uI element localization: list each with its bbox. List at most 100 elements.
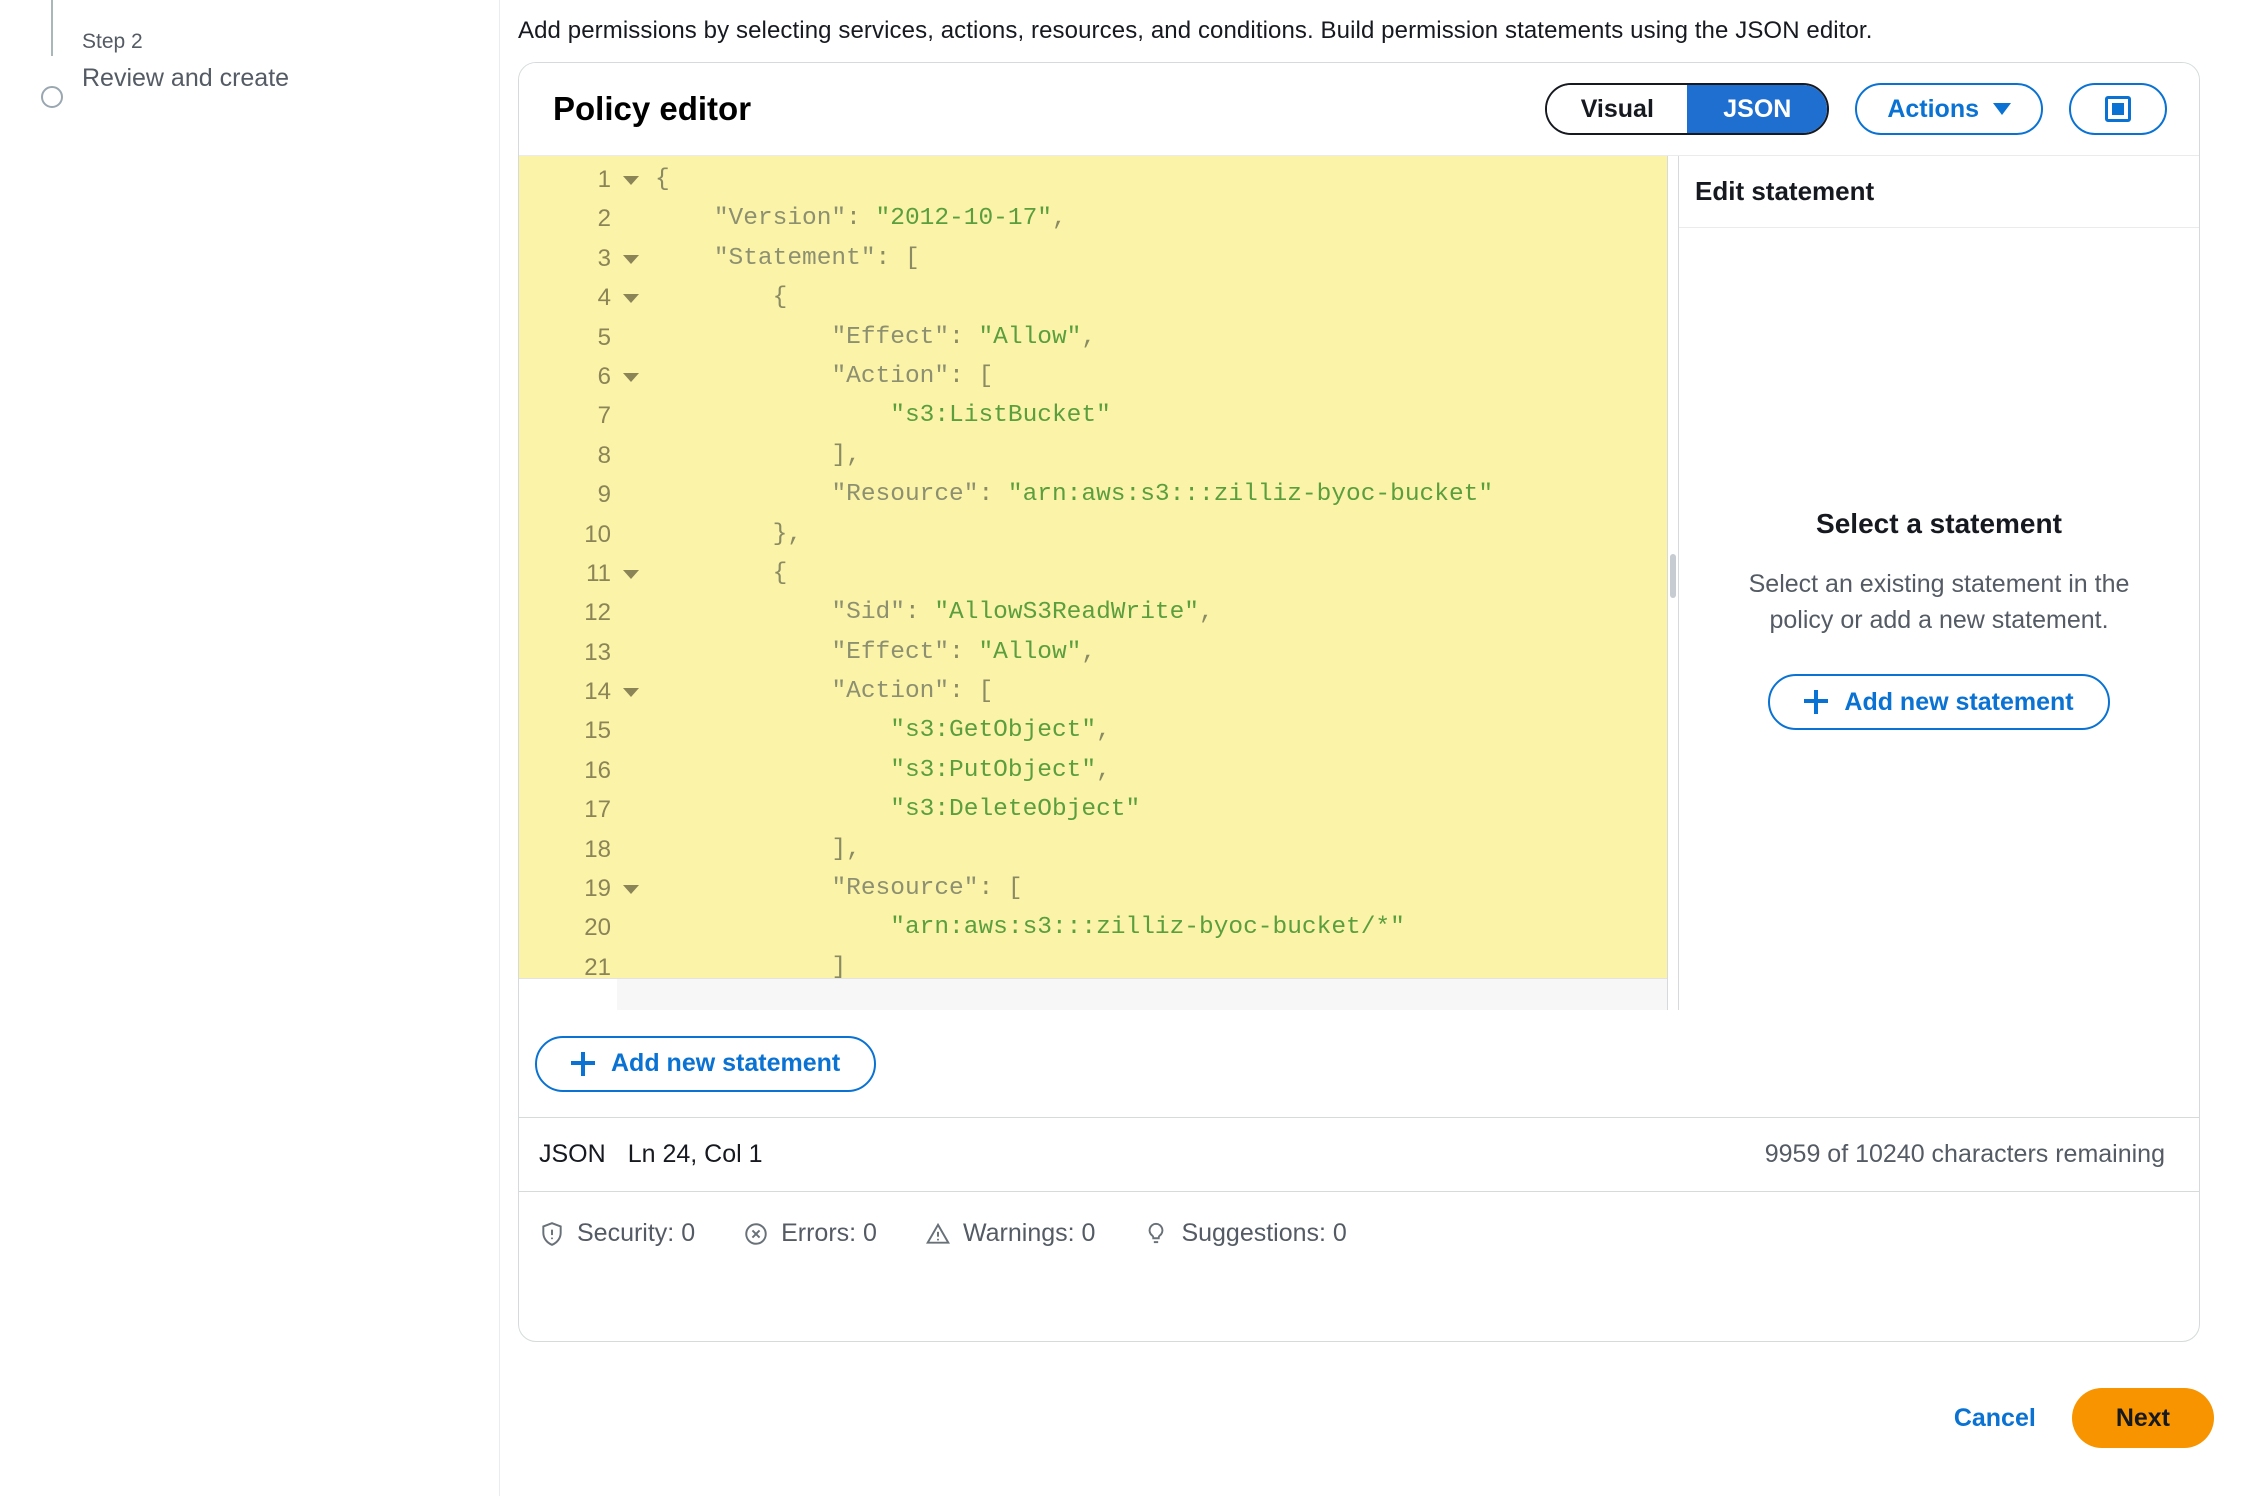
code-line-text: ] bbox=[831, 953, 847, 978]
edit-statement-panel: Edit statement Select a statement Select… bbox=[1679, 156, 2199, 1010]
status-language: JSON bbox=[539, 1140, 606, 1168]
page-title: Policy editor bbox=[553, 90, 752, 127]
diagnostic-item[interactable]: Warnings: 0 bbox=[925, 1219, 1095, 1248]
code-line[interactable]: 10 }, bbox=[519, 515, 1667, 554]
code-line-text: { bbox=[772, 284, 788, 312]
intro-description: Add permissions by selecting services, a… bbox=[518, 17, 1873, 44]
line-number: 6 bbox=[519, 357, 639, 396]
code-line[interactable]: 12 "Sid": "AllowS3ReadWrite", bbox=[519, 593, 1667, 632]
cancel-button[interactable]: Cancel bbox=[1954, 1404, 2036, 1433]
json-code-pane[interactable]: 1{2 "Version": "2012-10-17", 3 "Statement… bbox=[519, 156, 1667, 1010]
code-scroll-area[interactable]: 1{2 "Version": "2012-10-17", 3 "Statement… bbox=[519, 156, 1667, 978]
policy-editor-header: Policy editor Visual JSON Actions bbox=[519, 63, 2199, 155]
code-line[interactable]: 5 "Effect": "Allow", bbox=[519, 318, 1667, 357]
tab-visual[interactable]: Visual bbox=[1547, 85, 1688, 133]
fold-triangle-icon[interactable] bbox=[623, 885, 639, 895]
editor-mode-toggle[interactable]: Visual JSON bbox=[1545, 83, 1830, 135]
code-line[interactable]: 4 { bbox=[519, 278, 1667, 317]
edit-statement-empty-state: Select a statement Select an existing st… bbox=[1679, 228, 2199, 1010]
fold-triangle-icon[interactable] bbox=[623, 294, 639, 304]
wizard-step-review-and-create[interactable]: Step 2 Review and create bbox=[0, 28, 499, 108]
code-line-text: "Effect": "Allow", bbox=[831, 638, 1097, 666]
code-line-text: "Statement": [ bbox=[713, 244, 920, 272]
fold-triangle-icon[interactable] bbox=[623, 569, 639, 579]
add-new-statement-button-panel[interactable]: Add new statement bbox=[1768, 674, 2110, 731]
code-line-text: "Version": "2012-10-17", bbox=[713, 205, 1067, 233]
diagnostic-label: Suggestions: 0 bbox=[1181, 1219, 1347, 1247]
next-button[interactable]: Next bbox=[2071, 1388, 2214, 1448]
actions-label: Actions bbox=[1887, 94, 1979, 123]
diagnostics-bar: Security: 0 Errors: 0 Warnings: 0 Suggestio… bbox=[519, 1191, 2199, 1275]
code-line[interactable]: 6 "Action": [ bbox=[519, 357, 1667, 396]
code-line-list: 1{2 "Version": "2012-10-17", 3 "Statement… bbox=[519, 156, 1667, 978]
diagnostic-item[interactable]: Security: 0 bbox=[539, 1219, 695, 1248]
code-line-text: "Action": [ bbox=[831, 678, 994, 706]
code-line[interactable]: 9 "Resource": "arn:aws:s3:::zilliz-byoc-… bbox=[519, 475, 1667, 514]
code-line[interactable]: 8 ], bbox=[519, 436, 1667, 475]
diagnostic-item[interactable]: Suggestions: 0 bbox=[1143, 1219, 1347, 1248]
line-number: 3 bbox=[519, 239, 639, 278]
fold-triangle-icon[interactable] bbox=[623, 372, 639, 382]
warning-triangle-icon bbox=[925, 1221, 951, 1247]
line-number: 21 bbox=[584, 953, 611, 978]
horizontal-scrollbar[interactable] bbox=[519, 978, 1667, 1010]
code-line-text: ], bbox=[831, 441, 861, 469]
line-number: 4 bbox=[519, 278, 639, 317]
code-line[interactable]: 20 "arn:aws:s3:::zilliz-byoc-bucket/*" bbox=[519, 908, 1667, 947]
empty-state-title: Select a statement bbox=[1816, 507, 2062, 539]
code-line[interactable]: 18 ], bbox=[519, 830, 1667, 869]
diagnostic-item[interactable]: Errors: 0 bbox=[743, 1219, 877, 1248]
fold-triangle-icon[interactable] bbox=[623, 688, 639, 698]
code-line[interactable]: 3 "Statement": [ bbox=[519, 239, 1667, 278]
code-line[interactable]: 1{ bbox=[519, 160, 1667, 199]
code-line[interactable]: 15 "s3:GetObject", bbox=[519, 711, 1667, 750]
code-line[interactable]: 16 "s3:PutObject", bbox=[519, 751, 1667, 790]
line-number: 7 bbox=[597, 402, 611, 430]
add-new-statement-label: Add new statement bbox=[611, 1049, 841, 1077]
code-line-text: "s3:ListBucket" bbox=[890, 402, 1111, 430]
line-number: 10 bbox=[584, 520, 611, 548]
shield-icon bbox=[539, 1221, 565, 1247]
line-number: 20 bbox=[584, 914, 611, 942]
tab-json[interactable]: JSON bbox=[1687, 85, 1828, 133]
wizard-sidebar: Step 2 Review and create bbox=[0, 0, 500, 1496]
policy-editor-page: Step 2 Review and create Add permissions… bbox=[0, 0, 2258, 1496]
add-new-statement-button[interactable]: Add new statement bbox=[535, 1035, 877, 1092]
code-line-text: "Resource": [ bbox=[831, 875, 1023, 903]
code-line-text: "s3:DeleteObject" bbox=[890, 796, 1141, 824]
line-number: 12 bbox=[584, 599, 611, 627]
code-line[interactable]: 14 "Action": [ bbox=[519, 672, 1667, 711]
edit-statement-header: Edit statement bbox=[1679, 156, 2199, 228]
code-line-text: "arn:aws:s3:::zilliz-byoc-bucket/*" bbox=[890, 914, 1405, 942]
error-circle-icon bbox=[743, 1221, 769, 1247]
code-line[interactable]: 7 "s3:ListBucket" bbox=[519, 396, 1667, 435]
fold-triangle-icon[interactable] bbox=[623, 254, 639, 264]
editor-status-bar: JSON Ln 24, Col 1 9959 of 10240 characte… bbox=[519, 1117, 2199, 1191]
code-line[interactable]: 19 "Resource": [ bbox=[519, 869, 1667, 908]
resizer-grip-icon bbox=[1670, 554, 1676, 598]
code-line[interactable]: 21 ] bbox=[519, 948, 1667, 978]
plus-icon bbox=[571, 1051, 595, 1076]
line-number: 11 bbox=[519, 554, 639, 593]
actions-dropdown-button[interactable]: Actions bbox=[1855, 83, 2043, 135]
wizard-step-number: Step 2 bbox=[82, 30, 143, 53]
code-line[interactable]: 13 "Effect": "Allow", bbox=[519, 633, 1667, 672]
lightbulb-icon bbox=[1143, 1221, 1169, 1247]
code-line-text: "s3:PutObject", bbox=[890, 756, 1111, 784]
code-line[interactable]: 11 { bbox=[519, 554, 1667, 593]
status-cursor-position: Ln 24, Col 1 bbox=[627, 1140, 763, 1168]
chevron-down-icon bbox=[1993, 103, 2011, 115]
plus-icon bbox=[1804, 690, 1829, 715]
fold-triangle-icon[interactable] bbox=[623, 176, 639, 185]
line-number: 8 bbox=[597, 441, 611, 469]
code-line[interactable]: 2 "Version": "2012-10-17", bbox=[519, 199, 1667, 238]
panel-layout-toggle-button[interactable] bbox=[2069, 83, 2167, 135]
code-line[interactable]: 17 "s3:DeleteObject" bbox=[519, 790, 1667, 829]
code-line-text: "Sid": "AllowS3ReadWrite", bbox=[831, 599, 1214, 627]
code-line-text: "Resource": "arn:aws:s3:::zilliz-byoc-bu… bbox=[831, 481, 1494, 509]
pane-resizer[interactable] bbox=[1667, 156, 1679, 1010]
line-number: 15 bbox=[584, 717, 611, 745]
panel-layout-icon bbox=[2105, 96, 2131, 122]
status-left-group: JSON Ln 24, Col 1 bbox=[539, 1140, 763, 1169]
edit-statement-title: Edit statement bbox=[1695, 176, 1875, 206]
